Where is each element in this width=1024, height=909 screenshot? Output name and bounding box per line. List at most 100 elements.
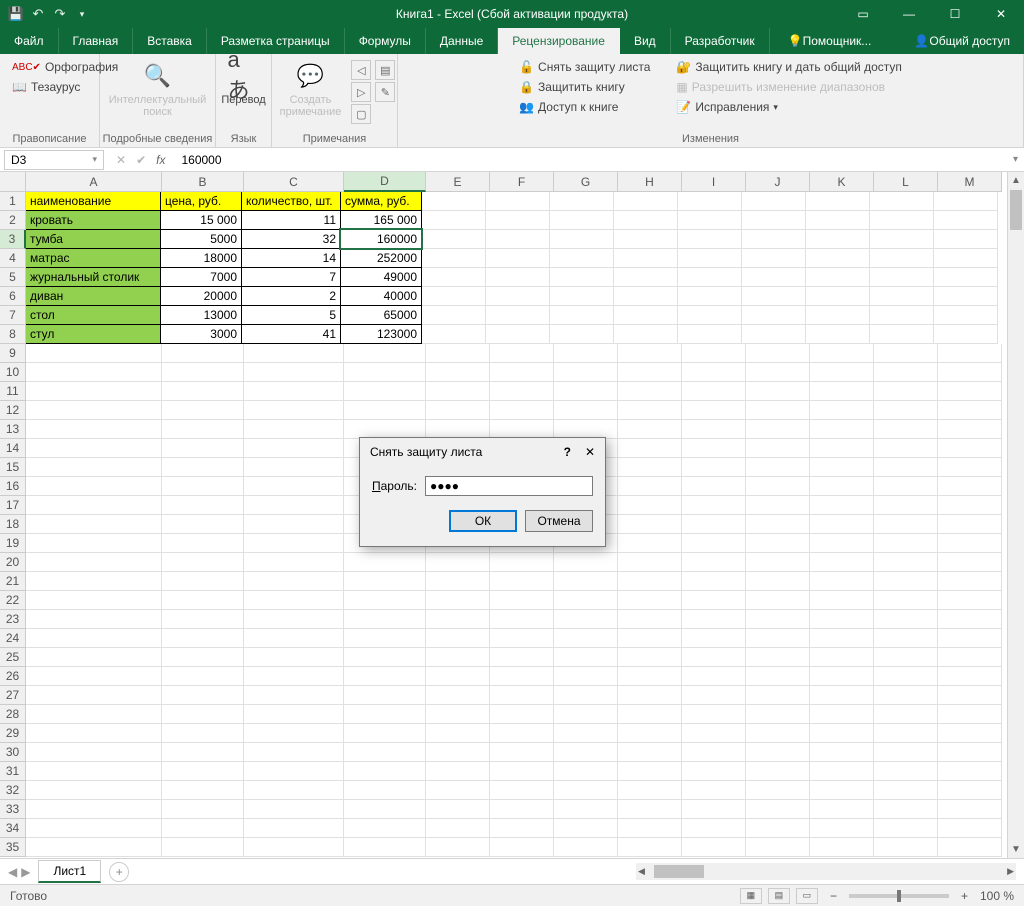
cell[interactable] — [426, 667, 490, 686]
cell[interactable] — [26, 629, 162, 648]
password-input[interactable] — [425, 476, 593, 496]
cell[interactable] — [678, 287, 742, 306]
cell[interactable] — [874, 838, 938, 857]
cell[interactable] — [426, 629, 490, 648]
row-header[interactable]: 5 — [0, 268, 26, 287]
cell[interactable] — [490, 591, 554, 610]
cell[interactable] — [426, 344, 490, 363]
cell[interactable] — [810, 838, 874, 857]
cell[interactable] — [162, 439, 244, 458]
cell[interactable] — [26, 743, 162, 762]
row-header[interactable]: 2 — [0, 211, 26, 230]
cell[interactable] — [490, 629, 554, 648]
cell[interactable] — [26, 477, 162, 496]
cell[interactable]: 20000 — [160, 286, 242, 306]
select-all-corner[interactable] — [0, 172, 26, 192]
cell[interactable] — [554, 819, 618, 838]
cell[interactable] — [618, 724, 682, 743]
cell[interactable] — [806, 306, 870, 325]
cell[interactable] — [618, 439, 682, 458]
qat-dropdown-icon[interactable]: ▾ — [74, 6, 90, 22]
normal-view-icon[interactable]: ▦ — [740, 888, 762, 904]
cell[interactable] — [618, 496, 682, 515]
cell[interactable] — [618, 705, 682, 724]
cell[interactable] — [554, 610, 618, 629]
cell[interactable] — [426, 401, 490, 420]
cell[interactable]: журнальный столик — [26, 267, 161, 287]
cell[interactable] — [344, 382, 426, 401]
cell[interactable] — [746, 762, 810, 781]
cell[interactable] — [26, 420, 162, 439]
fx-icon[interactable]: fx — [156, 153, 165, 167]
cell[interactable] — [938, 800, 1002, 819]
cell[interactable] — [244, 458, 344, 477]
cell[interactable] — [874, 629, 938, 648]
cell[interactable] — [746, 743, 810, 762]
cell[interactable] — [550, 192, 614, 211]
cell[interactable] — [26, 781, 162, 800]
cell[interactable] — [426, 591, 490, 610]
cell[interactable] — [934, 249, 998, 268]
cell[interactable] — [810, 382, 874, 401]
cell[interactable] — [26, 534, 162, 553]
cell[interactable] — [682, 515, 746, 534]
cell[interactable] — [26, 705, 162, 724]
cell[interactable] — [874, 819, 938, 838]
cell[interactable]: 13000 — [160, 305, 242, 325]
tab-рецензирование[interactable]: Рецензирование — [498, 28, 620, 54]
cell[interactable] — [344, 686, 426, 705]
cell[interactable] — [618, 800, 682, 819]
cell[interactable] — [244, 344, 344, 363]
cell[interactable] — [678, 325, 742, 344]
cell[interactable] — [554, 401, 618, 420]
cell[interactable] — [810, 344, 874, 363]
cell[interactable] — [678, 249, 742, 268]
cell[interactable] — [810, 610, 874, 629]
cell[interactable] — [618, 515, 682, 534]
cell[interactable] — [344, 610, 426, 629]
cell[interactable] — [682, 344, 746, 363]
cell[interactable] — [550, 325, 614, 344]
cell[interactable] — [344, 553, 426, 572]
cell[interactable] — [614, 211, 678, 230]
cell[interactable] — [244, 591, 344, 610]
cell[interactable] — [426, 743, 490, 762]
cell[interactable] — [490, 667, 554, 686]
cell[interactable] — [26, 515, 162, 534]
row-header[interactable]: 17 — [0, 496, 26, 515]
cell[interactable] — [746, 724, 810, 743]
column-header[interactable]: A — [26, 172, 162, 192]
cell[interactable] — [26, 591, 162, 610]
cell[interactable] — [938, 705, 1002, 724]
cell[interactable] — [550, 230, 614, 249]
cell[interactable] — [344, 344, 426, 363]
cell[interactable] — [810, 553, 874, 572]
tell-me-button[interactable]: 💡 Помощник... — [774, 28, 886, 54]
cell[interactable] — [618, 363, 682, 382]
column-header[interactable]: G — [554, 172, 618, 192]
cell[interactable] — [26, 344, 162, 363]
cell[interactable] — [742, 268, 806, 287]
page-break-icon[interactable]: ▭ — [796, 888, 818, 904]
cell[interactable] — [426, 363, 490, 382]
cell[interactable] — [26, 401, 162, 420]
minimize-icon[interactable]: — — [886, 0, 932, 28]
cell[interactable] — [742, 211, 806, 230]
cell[interactable] — [618, 458, 682, 477]
cell[interactable]: диван — [26, 286, 161, 306]
cell[interactable] — [810, 591, 874, 610]
cell[interactable] — [244, 382, 344, 401]
cell[interactable] — [422, 211, 486, 230]
cell[interactable] — [806, 211, 870, 230]
cell[interactable] — [162, 553, 244, 572]
share-workbook-button[interactable]: 👥Доступ к книге — [515, 98, 622, 116]
cell[interactable]: 11 — [241, 210, 341, 230]
save-icon[interactable]: 💾 — [8, 6, 24, 22]
scrollbar-thumb[interactable] — [1010, 190, 1022, 230]
cell[interactable] — [26, 819, 162, 838]
cell[interactable] — [870, 192, 934, 211]
cell[interactable] — [682, 762, 746, 781]
cell[interactable] — [554, 363, 618, 382]
cell[interactable] — [682, 610, 746, 629]
cell[interactable] — [244, 629, 344, 648]
